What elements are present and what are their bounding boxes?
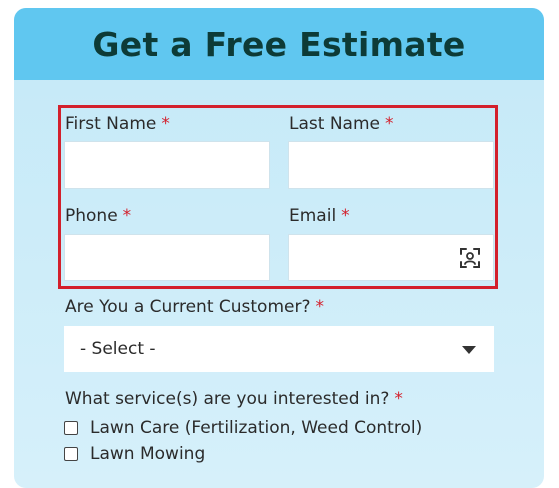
first-name-input[interactable]	[65, 142, 269, 188]
phone-field[interactable]	[64, 234, 270, 281]
required-marker: *	[394, 389, 403, 409]
last-name-label: Last Name *	[289, 114, 394, 134]
service-option-label: Lawn Care (Fertilization, Weed Control)	[90, 418, 423, 438]
caret-down-icon[interactable]	[462, 346, 476, 354]
services-label: What service(s) are you interested in? *	[65, 389, 403, 409]
required-marker: *	[315, 297, 325, 317]
email-field[interactable]	[288, 234, 494, 281]
required-marker: *	[384, 114, 394, 134]
customer-select[interactable]: - Select -	[64, 326, 494, 372]
customer-select-value: - Select -	[80, 339, 156, 359]
required-marker: *	[122, 206, 132, 226]
phone-input[interactable]	[65, 235, 269, 280]
required-marker: *	[341, 206, 350, 226]
required-marker: *	[161, 114, 170, 134]
contact-card-icon[interactable]	[459, 247, 481, 269]
first-name-field[interactable]	[64, 141, 270, 189]
form-title: Get a Free Estimate	[92, 24, 466, 64]
service-option-lawn-mowing[interactable]: Lawn Mowing	[64, 444, 205, 464]
phone-label: Phone *	[65, 206, 132, 226]
service-option-label: Lawn Mowing	[90, 444, 206, 464]
checkbox[interactable]	[64, 447, 78, 461]
service-option-lawn-care[interactable]: Lawn Care (Fertilization, Weed Control)	[64, 418, 422, 438]
checkbox[interactable]	[64, 421, 78, 435]
email-label: Email *	[289, 206, 350, 226]
last-name-input[interactable]	[289, 142, 493, 188]
form-header: Get a Free Estimate	[14, 8, 544, 80]
first-name-label: First Name *	[65, 114, 170, 134]
last-name-field[interactable]	[288, 141, 494, 189]
customer-label: Are You a Current Customer? *	[65, 297, 324, 317]
